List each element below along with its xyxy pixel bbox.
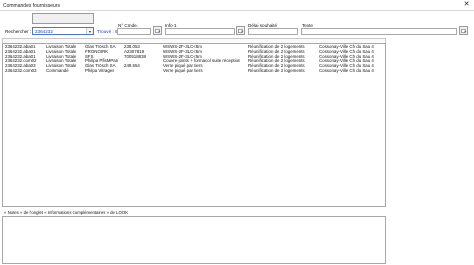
unlabeled-button[interactable] (32, 13, 94, 24)
table-cell: Réunification de 2 logements (248, 68, 305, 73)
table-cell: Commandé (46, 68, 69, 73)
lookup-icon (460, 28, 466, 33)
lookup-icon (154, 28, 160, 33)
close-button[interactable]: ✕ (462, 1, 471, 9)
table-row[interactable]: 2364232.com03 Commandé Philpa Vitrages Verr… (3, 68, 383, 73)
search-label: Rechercher : (5, 29, 32, 34)
notes-textarea[interactable] (2, 216, 386, 264)
info1-lookup-button[interactable] (236, 26, 245, 35)
table-cell: 2364232.com03 (5, 68, 37, 73)
desired-date-field[interactable] (248, 28, 298, 35)
notes-label: « Notes » de l'onglet « Informations com… (4, 210, 129, 215)
search-combobox[interactable]: 2364232 ▾ (32, 27, 94, 35)
found-count: Trouvé : 6 (97, 29, 118, 34)
title-divider (0, 10, 474, 11)
lookup-icon (237, 28, 243, 33)
table-cell: Philpa Vitrages (85, 68, 115, 73)
order-lookup-button[interactable] (153, 26, 162, 35)
orders-list[interactable]: 2364232.aba01 Livraison Totale Glas Trösch… (2, 43, 386, 207)
info1-field[interactable] (165, 28, 235, 35)
order-number-field[interactable] (117, 28, 151, 35)
table-cell: Verre piqué par tiers (163, 68, 203, 73)
search-value: 2364232 (35, 29, 53, 34)
text-field[interactable] (301, 28, 457, 35)
window-title: Commandes fournisseurs (3, 2, 60, 9)
text-lookup-button[interactable] (459, 26, 468, 35)
chevron-down-icon[interactable]: ▾ (86, 28, 93, 34)
table-cell: Cossonay-Ville Ch du Sau 4 (319, 68, 374, 73)
title-bar (0, 0, 474, 10)
